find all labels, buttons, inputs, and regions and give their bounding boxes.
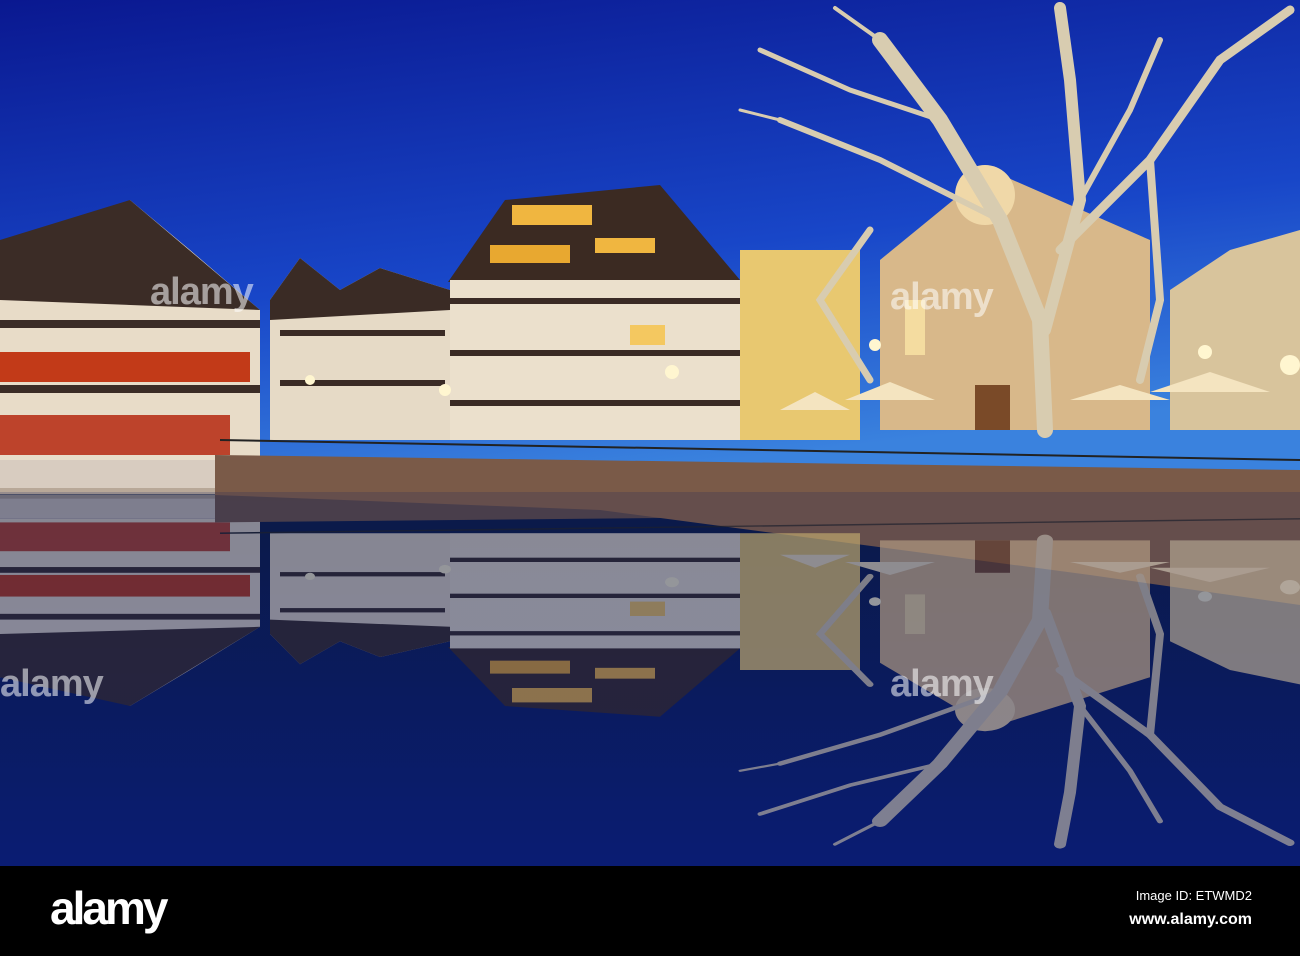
stock-photo-page: alamy alamy alamy alamy alamy Image ID: … — [0, 0, 1300, 956]
footer-bar: alamy Image ID: ETWMD2 www.alamy.com — [0, 866, 1300, 956]
watermark: alamy — [890, 663, 994, 705]
site-url: www.alamy.com — [1129, 911, 1252, 928]
watermark: alamy — [0, 663, 104, 705]
alamy-logo: alamy — [50, 882, 168, 934]
watermark: alamy — [890, 276, 994, 318]
canal-night-photo — [0, 0, 1300, 866]
watermark: alamy — [150, 271, 254, 313]
image-id: Image ID: ETWMD2 — [1135, 888, 1252, 903]
